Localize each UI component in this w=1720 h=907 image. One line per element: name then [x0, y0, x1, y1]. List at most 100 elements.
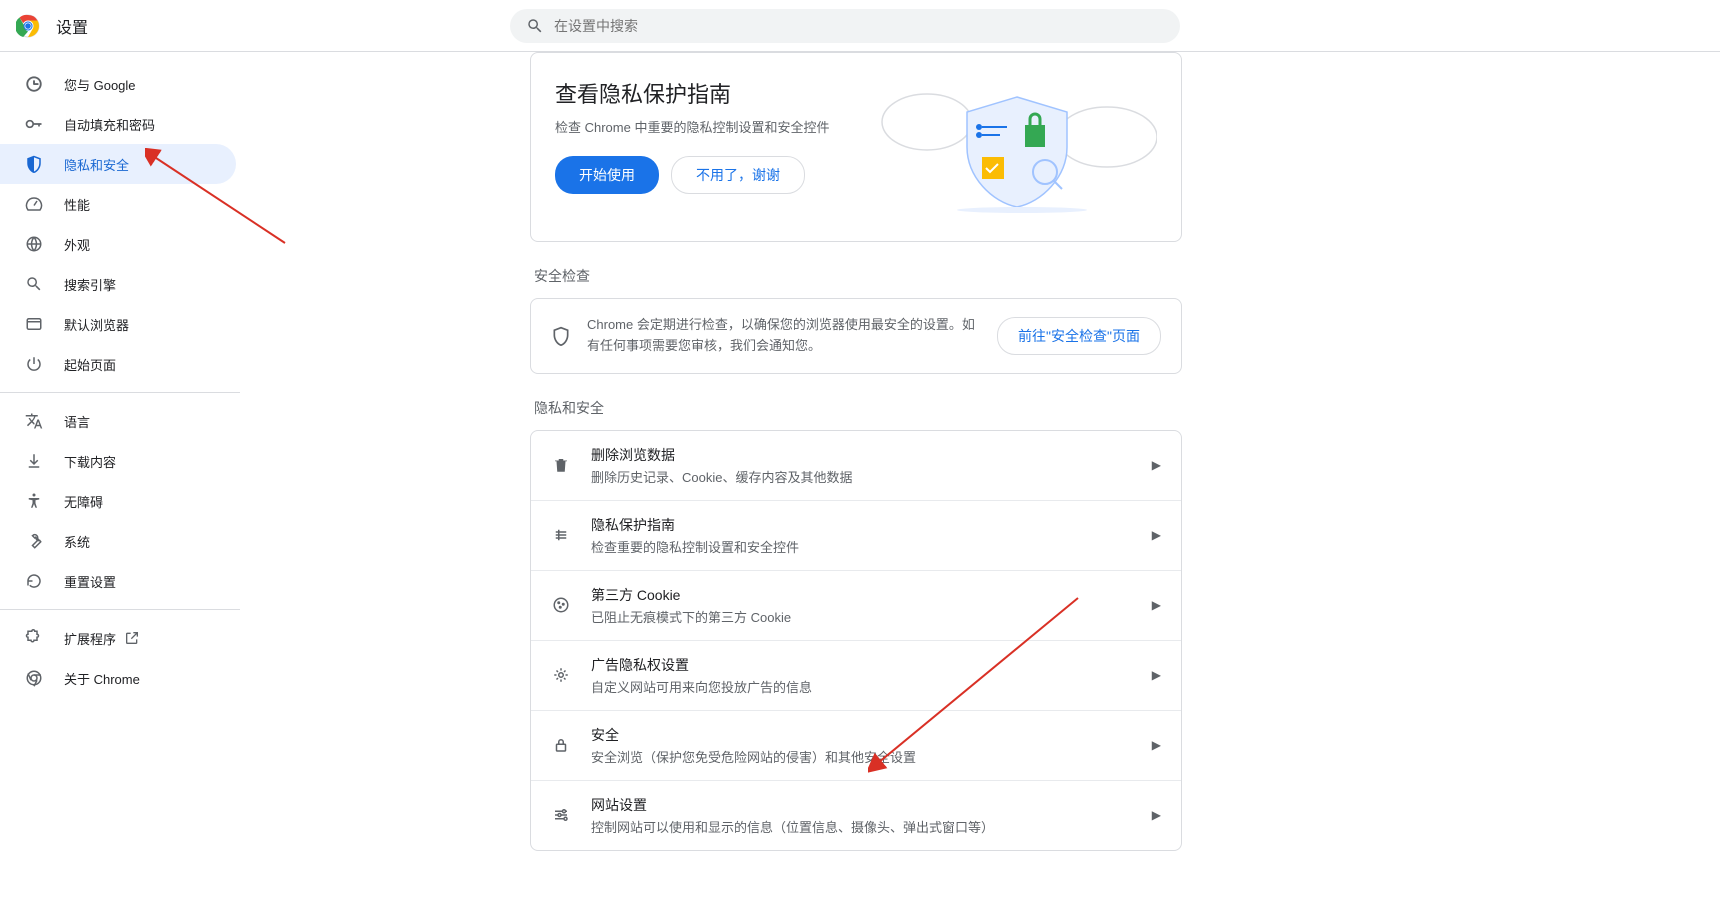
- power-icon: [24, 354, 44, 374]
- list-item-privacy-guide[interactable]: 隐私保护指南检查重要的隐私控制设置和安全控件 ▶: [531, 500, 1181, 570]
- list-title: 网站设置: [591, 795, 1152, 815]
- chrome-icon: [24, 668, 44, 688]
- sidebar-item-label: 性能: [64, 195, 90, 214]
- speedometer-icon: [24, 194, 44, 214]
- shield-icon: [551, 326, 571, 346]
- chrome-logo-icon: [16, 14, 40, 38]
- chevron-right-icon: ▶: [1152, 738, 1161, 752]
- sidebar-item-downloads[interactable]: 下载内容: [0, 441, 236, 481]
- dismiss-button[interactable]: 不用了，谢谢: [671, 156, 805, 194]
- search-icon: [526, 17, 544, 35]
- list-item-security[interactable]: 安全安全浏览（保护您免受危险网站的侵害）和其他安全设置 ▶: [531, 710, 1181, 780]
- sidebar-item-label: 您与 Google: [64, 75, 136, 94]
- sidebar-item-label: 重置设置: [64, 572, 116, 591]
- sidebar-item-accessibility[interactable]: 无障碍: [0, 481, 236, 521]
- list-title: 广告隐私权设置: [591, 655, 1152, 675]
- sidebar-item-label: 关于 Chrome: [64, 669, 140, 688]
- download-icon: [24, 451, 44, 471]
- sidebar-divider: [0, 392, 240, 393]
- ads-icon: [551, 666, 571, 684]
- guide-icon: [551, 526, 571, 544]
- list-desc: 安全浏览（保护您免受危险网站的侵害）和其他安全设置: [591, 747, 1152, 766]
- page-title: 设置: [56, 14, 88, 38]
- translate-icon: [24, 411, 44, 431]
- safety-check-card: Chrome 会定期进行检查，以确保您的浏览器使用最安全的设置。如有任何事项需要…: [530, 298, 1182, 374]
- search-icon: [24, 274, 44, 294]
- sidebar-item-default-browser[interactable]: 默认浏览器: [0, 304, 236, 344]
- list-desc: 已阻止无痕模式下的第三方 Cookie: [591, 607, 1152, 626]
- lock-icon: [551, 736, 571, 754]
- list-title: 安全: [591, 725, 1152, 745]
- reset-icon: [24, 571, 44, 591]
- sidebar-item-label: 自动填充和密码: [64, 115, 155, 134]
- chevron-right-icon: ▶: [1152, 458, 1161, 472]
- safety-check-section-title: 安全检查: [534, 266, 1182, 286]
- wrench-icon: [24, 531, 44, 551]
- key-icon: [24, 114, 44, 134]
- privacy-section-title: 隐私和安全: [534, 398, 1182, 418]
- header: 设置: [0, 0, 1720, 52]
- list-item-site-settings[interactable]: 网站设置控制网站可以使用和显示的信息（位置信息、摄像头、弹出式窗口等） ▶: [531, 780, 1181, 850]
- tune-icon: [551, 806, 571, 824]
- search-input[interactable]: [554, 18, 1164, 34]
- sidebar-item-appearance[interactable]: 外观: [0, 224, 236, 264]
- shield-icon: [24, 154, 44, 174]
- sidebar-divider: [0, 609, 240, 610]
- start-button[interactable]: 开始使用: [555, 156, 659, 194]
- sidebar-item-languages[interactable]: 语言: [0, 401, 236, 441]
- sidebar-item-extensions[interactable]: 扩展程序: [0, 618, 236, 658]
- content-area: 查看隐私保护指南 检查 Chrome 中重要的隐私控制设置和安全控件 开始使用 …: [506, 52, 1206, 907]
- accessibility-icon: [24, 491, 44, 511]
- list-item-clear-browsing-data[interactable]: 删除浏览数据删除历史记录、Cookie、缓存内容及其他数据 ▶: [531, 431, 1181, 500]
- sidebar-item-label: 语言: [64, 412, 90, 431]
- sidebar-item-autofill[interactable]: 自动填充和密码: [0, 104, 236, 144]
- sidebar-item-about-chrome[interactable]: 关于 Chrome: [0, 658, 236, 698]
- list-title: 删除浏览数据: [591, 445, 1152, 465]
- chevron-right-icon: ▶: [1152, 668, 1161, 682]
- chevron-right-icon: ▶: [1152, 528, 1161, 542]
- search-container: [510, 9, 1180, 43]
- sidebar-item-on-startup[interactable]: 起始页面: [0, 344, 236, 384]
- list-desc: 检查重要的隐私控制设置和安全控件: [591, 537, 1152, 556]
- privacy-guide-title: 查看隐私保护指南: [555, 77, 877, 109]
- list-title: 第三方 Cookie: [591, 585, 1152, 605]
- google-icon: [24, 74, 44, 94]
- list-item-ad-privacy[interactable]: 广告隐私权设置自定义网站可用来向您投放广告的信息 ▶: [531, 640, 1181, 710]
- sidebar-item-label: 默认浏览器: [64, 315, 129, 334]
- sidebar-item-search-engine[interactable]: 搜索引擎: [0, 264, 236, 304]
- sidebar-item-reset[interactable]: 重置设置: [0, 561, 236, 601]
- sidebar-item-label: 无障碍: [64, 492, 103, 511]
- safety-check-desc: Chrome 会定期进行检查，以确保您的浏览器使用最安全的设置。如有任何事项需要…: [587, 315, 981, 357]
- sidebar-item-privacy-and-security[interactable]: 隐私和安全: [0, 144, 236, 184]
- privacy-guide-illustration: [877, 77, 1157, 217]
- privacy-guide-card: 查看隐私保护指南 检查 Chrome 中重要的隐私控制设置和安全控件 开始使用 …: [530, 52, 1182, 242]
- browser-icon: [24, 314, 44, 334]
- safety-check-button[interactable]: 前往"安全检查"页面: [997, 317, 1161, 355]
- sidebar-item-label: 扩展程序: [64, 629, 116, 648]
- external-link-icon: [124, 630, 140, 646]
- list-desc: 控制网站可以使用和显示的信息（位置信息、摄像头、弹出式窗口等）: [591, 817, 1152, 836]
- list-title: 隐私保护指南: [591, 515, 1152, 535]
- extension-icon: [24, 628, 44, 648]
- sidebar-item-label: 系统: [64, 532, 90, 551]
- sidebar-item-label: 隐私和安全: [64, 155, 129, 174]
- sidebar: 您与 Google 自动填充和密码 隐私和安全 性能 外观 搜索引擎 默认浏览器: [0, 52, 256, 907]
- sidebar-item-system[interactable]: 系统: [0, 521, 236, 561]
- privacy-guide-desc: 检查 Chrome 中重要的隐私控制设置和安全控件: [555, 117, 877, 136]
- cookie-icon: [551, 596, 571, 614]
- list-desc: 删除历史记录、Cookie、缓存内容及其他数据: [591, 467, 1152, 486]
- sidebar-item-you-and-google[interactable]: 您与 Google: [0, 64, 236, 104]
- sidebar-item-label: 搜索引擎: [64, 275, 116, 294]
- sidebar-item-performance[interactable]: 性能: [0, 184, 236, 224]
- list-item-cookies[interactable]: 第三方 Cookie 已阻止无痕模式下的第三方 Cookie ▶: [531, 570, 1181, 640]
- chevron-right-icon: ▶: [1152, 808, 1161, 822]
- globe-icon: [24, 234, 44, 254]
- privacy-list-card: 删除浏览数据删除历史记录、Cookie、缓存内容及其他数据 ▶ 隐私保护指南检查…: [530, 430, 1182, 851]
- sidebar-item-label: 下载内容: [64, 452, 116, 471]
- sidebar-item-label: 起始页面: [64, 355, 116, 374]
- chevron-right-icon: ▶: [1152, 598, 1161, 612]
- list-desc: 自定义网站可用来向您投放广告的信息: [591, 677, 1152, 696]
- search-box[interactable]: [510, 9, 1180, 43]
- sidebar-item-label: 外观: [64, 235, 90, 254]
- trash-icon: [551, 456, 571, 474]
